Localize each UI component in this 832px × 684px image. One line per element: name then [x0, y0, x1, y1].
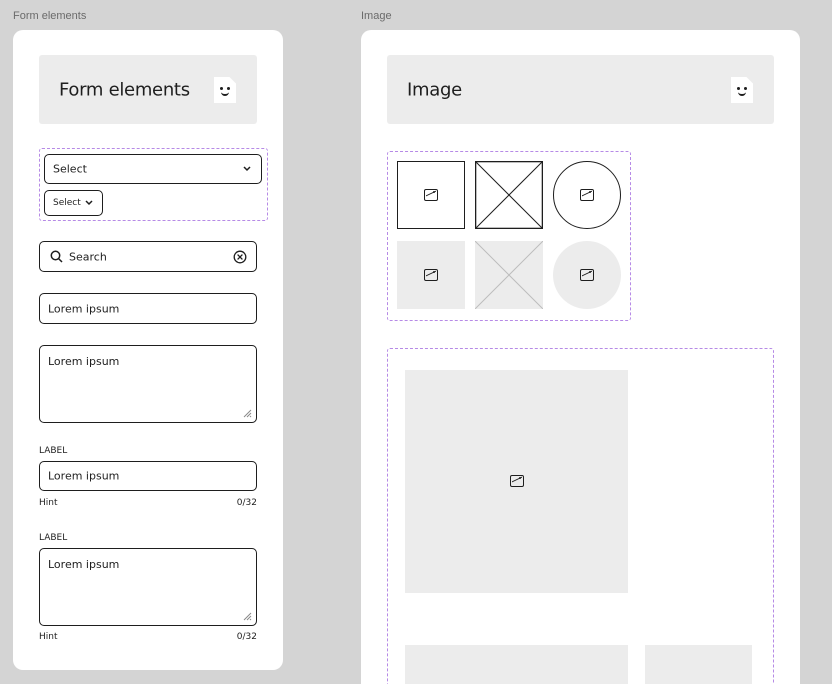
labeled-input-hint: Hint: [39, 498, 58, 508]
labeled-textarea-counter: 0/32: [236, 632, 257, 642]
image-icon: [580, 189, 594, 201]
frame-label-image: Image: [361, 10, 392, 22]
labeled-input-label: LABEL: [39, 446, 68, 456]
search-placeholder: Search: [69, 250, 107, 263]
text-input[interactable]: Lorem ipsum: [39, 293, 257, 324]
image-header: Image: [387, 55, 774, 124]
image-placeholder-circle-outlined: [553, 161, 621, 229]
form-elements-title: Form elements: [59, 79, 190, 100]
labeled-textarea-label: LABEL: [39, 533, 68, 543]
resize-handle-icon[interactable]: [243, 612, 252, 621]
image-card: Image: [361, 30, 800, 684]
resize-handle-icon[interactable]: [243, 409, 252, 418]
labeled-textarea-value: Lorem ipsum: [48, 558, 120, 571]
text-input-value: Lorem ipsum: [48, 302, 120, 315]
textarea-value: Lorem ipsum: [48, 355, 120, 368]
image-placeholder-crossed-filled: [475, 241, 543, 309]
image-icon: [424, 269, 438, 281]
frame-label-form-elements: Form elements: [13, 10, 87, 22]
chevron-down-icon: [243, 166, 251, 172]
select-dropdown-large[interactable]: Select: [44, 154, 262, 184]
image-icon: [510, 475, 524, 487]
image-placeholder-crossed-outlined: [475, 161, 543, 229]
image-icon: [424, 189, 438, 201]
clear-icon[interactable]: [233, 250, 247, 264]
select-small-value: Select: [53, 198, 81, 208]
labeled-text-input[interactable]: Lorem ipsum: [39, 461, 257, 491]
textarea[interactable]: Lorem ipsum: [39, 345, 257, 423]
select-dropdown-small[interactable]: Select: [44, 190, 103, 216]
select-group: Select Select: [39, 148, 268, 221]
image-placeholder-filled: [397, 241, 465, 309]
image-layout-group: [387, 348, 774, 684]
search-icon: [50, 250, 63, 263]
chevron-down-icon: [85, 200, 93, 206]
image-placeholder-wide: [405, 645, 628, 684]
image-title: Image: [407, 79, 462, 100]
doc-face-icon: [731, 77, 753, 103]
image-placeholder-circle-filled: [553, 241, 621, 309]
labeled-textarea[interactable]: Lorem ipsum: [39, 548, 257, 626]
labeled-textarea-hint: Hint: [39, 632, 58, 642]
labeled-input-counter: 0/32: [236, 498, 257, 508]
form-elements-header: Form elements: [39, 55, 257, 124]
image-variants-group: [387, 151, 631, 321]
image-placeholder-large: [405, 370, 628, 593]
image-placeholder-outlined: [397, 161, 465, 229]
form-elements-card: Form elements Select Select Search Lorem…: [13, 30, 283, 670]
labeled-input-value: Lorem ipsum: [48, 469, 120, 483]
select-large-value: Select: [53, 162, 87, 176]
image-icon: [580, 269, 594, 281]
doc-face-icon: [214, 77, 236, 103]
image-placeholder-small: [645, 645, 752, 684]
search-input[interactable]: Search: [39, 241, 257, 272]
